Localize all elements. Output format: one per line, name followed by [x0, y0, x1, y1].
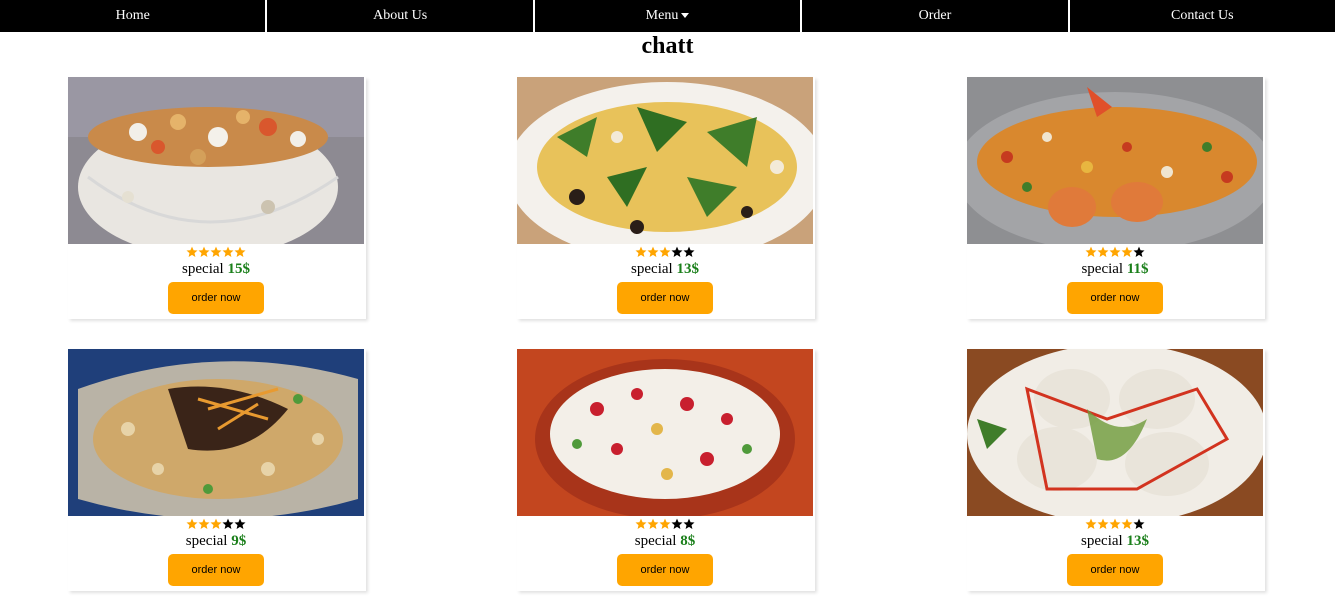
star-empty-icon: [222, 518, 234, 529]
order-now-button[interactable]: order now: [168, 282, 264, 314]
caret-down-icon: [681, 12, 690, 18]
star-filled-icon: [198, 246, 210, 257]
price-value: 13$: [1126, 533, 1149, 549]
nav-menu-label: Menu: [645, 8, 679, 23]
special-label: special: [1081, 533, 1123, 549]
star-filled-icon: [186, 246, 198, 257]
food-photo: [967, 77, 1263, 244]
nav-home-label: Home: [115, 8, 150, 23]
food-photo: [517, 349, 813, 516]
star-empty-icon: [671, 518, 683, 529]
star-rating: [517, 516, 813, 531]
order-now-button[interactable]: order now: [617, 554, 713, 586]
star-empty-icon: [683, 518, 695, 529]
star-filled-icon: [1121, 518, 1133, 529]
star-filled-icon: [186, 518, 198, 529]
star-filled-icon: [1121, 246, 1133, 257]
star-rating: [517, 244, 813, 259]
price-line: special 8$: [517, 532, 813, 550]
order-now-button[interactable]: order now: [168, 554, 264, 586]
special-label: special: [631, 261, 673, 277]
price-line: special 13$: [517, 260, 813, 278]
navbar: Home About Us Menu Order Contact Us: [0, 0, 1335, 32]
star-filled-icon: [1085, 518, 1097, 529]
star-filled-icon: [222, 246, 234, 257]
nav-about-us-label: About Us: [373, 8, 428, 23]
star-filled-icon: [1085, 246, 1097, 257]
price-value: 11$: [1126, 261, 1149, 277]
page-title: chatt: [641, 33, 694, 59]
price-value: 15$: [227, 261, 250, 277]
star-filled-icon: [1097, 246, 1109, 257]
product-card: special 9$ order now: [68, 349, 366, 591]
star-rating: [68, 516, 364, 531]
star-filled-icon: [198, 518, 210, 529]
product-card: special 15$ order now: [68, 77, 366, 319]
product-card: special 11$ order now: [967, 77, 1265, 319]
star-empty-icon: [671, 246, 683, 257]
nav-contact-us-label: Contact Us: [1171, 8, 1234, 23]
star-filled-icon: [635, 246, 647, 257]
star-empty-icon: [683, 246, 695, 257]
price-line: special 11$: [967, 260, 1263, 278]
price-line: special 13$: [967, 532, 1263, 550]
special-label: special: [634, 533, 677, 549]
food-photo: [68, 77, 364, 244]
star-empty-icon: [1133, 518, 1145, 529]
product-card: special 13$ order now: [967, 349, 1265, 591]
special-label: special: [185, 533, 228, 549]
food-photo: [517, 77, 813, 244]
nav-order[interactable]: Order: [800, 0, 1067, 32]
star-filled-icon: [1109, 246, 1121, 257]
food-photo: [68, 349, 364, 516]
nav-order-label: Order: [918, 8, 952, 23]
order-now-button[interactable]: order now: [1067, 554, 1163, 586]
star-filled-icon: [647, 246, 659, 257]
star-rating: [68, 244, 364, 259]
nav-menu-dropdown[interactable]: Menu: [532, 0, 800, 32]
star-empty-icon: [234, 518, 246, 529]
order-now-button[interactable]: order now: [617, 282, 713, 314]
star-filled-icon: [659, 518, 671, 529]
product-card: special 8$ order now: [517, 349, 815, 591]
price-value: 13$: [676, 261, 699, 277]
price-value: 9$: [231, 533, 247, 549]
star-filled-icon: [635, 518, 647, 529]
star-rating: [967, 516, 1263, 531]
star-filled-icon: [1109, 518, 1121, 529]
food-photo: [967, 349, 1263, 516]
order-now-button[interactable]: order now: [1067, 282, 1163, 314]
nav-about-us[interactable]: About Us: [265, 0, 532, 32]
star-rating: [967, 244, 1263, 259]
nav-contact-us[interactable]: Contact Us: [1067, 0, 1335, 32]
product-card: special 13$ order now: [517, 77, 815, 319]
special-label: special: [1081, 261, 1124, 277]
price-value: 8$: [680, 533, 696, 549]
price-line: special 9$: [68, 532, 364, 550]
star-filled-icon: [659, 246, 671, 257]
star-empty-icon: [1133, 246, 1145, 257]
nav-home[interactable]: Home: [0, 0, 265, 32]
star-filled-icon: [1097, 518, 1109, 529]
star-filled-icon: [210, 246, 222, 257]
special-label: special: [182, 261, 224, 277]
star-filled-icon: [647, 518, 659, 529]
star-filled-icon: [234, 246, 246, 257]
price-line: special 15$: [68, 260, 364, 278]
star-filled-icon: [210, 518, 222, 529]
